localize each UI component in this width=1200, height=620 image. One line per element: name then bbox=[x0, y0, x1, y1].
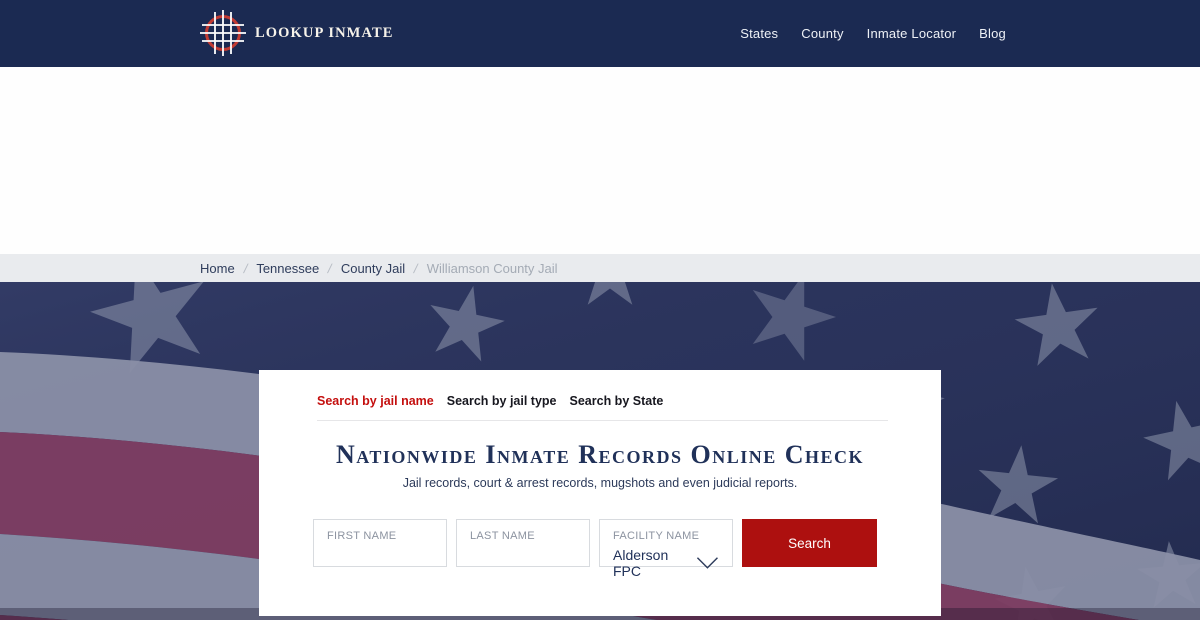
tabs-divider bbox=[317, 420, 888, 421]
facility-name-label: FACILITY NAME bbox=[613, 530, 700, 542]
search-button[interactable]: Search bbox=[742, 519, 877, 567]
last-name-label: LAST NAME bbox=[470, 530, 535, 542]
first-name-label: FIRST NAME bbox=[327, 530, 397, 542]
facility-name-dropdown[interactable]: FACILITY NAME Alderson FPC bbox=[599, 519, 733, 579]
page-subtitle: Jail records, court & arrest records, mu… bbox=[402, 476, 798, 490]
facility-selected-value: Alderson FPC bbox=[613, 547, 669, 579]
chevron-down-icon bbox=[697, 557, 719, 569]
inmate-search-card: Search by jail name Search by jail type … bbox=[259, 370, 941, 616]
white-spacer-band bbox=[0, 67, 1200, 254]
breadcrumb-separator: / bbox=[412, 260, 420, 276]
first-name-input[interactable] bbox=[327, 544, 433, 564]
breadcrumb-tennessee[interactable]: Tennessee bbox=[256, 261, 319, 276]
page: LOOKUP INMATE States County Inmate Locat… bbox=[0, 0, 1200, 620]
top-navigation: States County Inmate Locator Blog bbox=[740, 0, 1006, 67]
page-title: Nationwide Inmate Records Online Check bbox=[335, 440, 865, 469]
tab-search-by-state[interactable]: Search by State bbox=[570, 394, 664, 408]
first-name-field[interactable]: FIRST NAME bbox=[313, 519, 447, 567]
hero-section: Search by jail name Search by jail type … bbox=[0, 282, 1200, 620]
lookup-inmate-logo-icon bbox=[200, 10, 246, 56]
nav-link-states[interactable]: States bbox=[740, 26, 778, 41]
breadcrumb: Home / Tennessee / County Jail / William… bbox=[0, 254, 1200, 282]
breadcrumb-separator: / bbox=[242, 260, 249, 276]
nav-link-blog[interactable]: Blog bbox=[979, 26, 1006, 41]
brand-logo-link[interactable]: LOOKUP INMATE bbox=[199, 9, 394, 57]
nav-link-inmate-locator[interactable]: Inmate Locator bbox=[867, 26, 957, 41]
last-name-input[interactable] bbox=[470, 544, 576, 564]
tab-search-by-jail-name[interactable]: Search by jail name bbox=[317, 394, 434, 408]
breadcrumb-county-jail[interactable]: County Jail bbox=[341, 261, 405, 276]
search-form: FIRST NAME LAST NAME FACILITY NAME Alder… bbox=[313, 519, 877, 579]
nav-link-county[interactable]: County bbox=[801, 26, 843, 41]
search-tabs: Search by jail name Search by jail type … bbox=[317, 394, 663, 408]
breadcrumb-separator: / bbox=[326, 260, 334, 276]
last-name-field[interactable]: LAST NAME bbox=[456, 519, 590, 567]
brand-wordmark: LOOKUP INMATE bbox=[255, 24, 394, 41]
tab-search-by-jail-type[interactable]: Search by jail type bbox=[447, 394, 557, 408]
top-header: LOOKUP INMATE States County Inmate Locat… bbox=[0, 0, 1200, 67]
breadcrumb-current-page: Williamson County Jail bbox=[426, 260, 558, 276]
breadcrumb-home[interactable]: Home bbox=[200, 261, 235, 276]
